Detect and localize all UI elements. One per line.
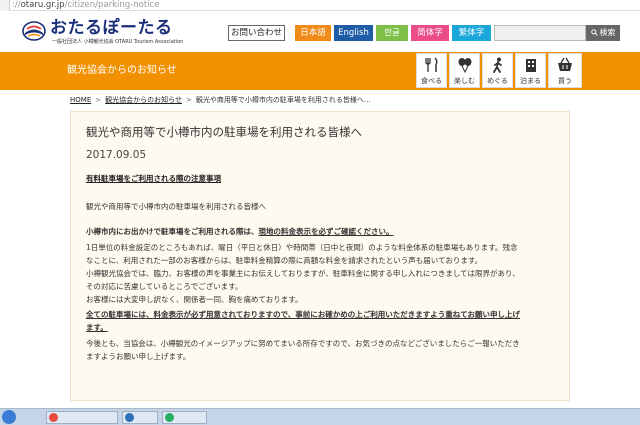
nav-shop-label: 買う: [558, 77, 572, 85]
logo-text[interactable]: おたるぽーたる: [50, 20, 173, 37]
breadcrumb: HOME > 観光協会からのお知らせ > 観光や商用等で小樽市内の駐車場を利用される皆様…: [70, 96, 371, 105]
logo-subtitle: 一般社団法人 小樽観光協会 OTARU Tourism Association: [52, 39, 184, 45]
article-date: 2017.09.05: [86, 149, 147, 161]
article-emphasis: 現地の料金表示を必ずご確認ください。: [258, 227, 394, 236]
article-emphasis-line: 全ての駐車場には、料金表示が必ず用意されておりますので、事前にお確かめの上ご利用…: [86, 310, 521, 319]
breadcrumb-home[interactable]: HOME: [70, 96, 91, 104]
contact-button[interactable]: お問い合わせ: [228, 25, 285, 41]
section-bar: 観光協会からのお知らせ 食べる 楽しむ めぐる 泊まる 買う: [0, 52, 640, 90]
article-line: その対応に苦慮しているところでございます。: [86, 282, 243, 291]
browser-icon: [49, 413, 58, 422]
nav-shop[interactable]: 買う: [548, 53, 582, 88]
lang-ja-button[interactable]: 日本語: [295, 25, 331, 41]
building-icon: [525, 59, 536, 72]
section-title: 観光協会からのお知らせ: [67, 65, 177, 76]
article-emphasis-line: ます。: [86, 323, 108, 332]
article-intro: 観光や商用等で小樽市内の駐車場を利用される皆様へ: [86, 202, 266, 211]
logo-icon[interactable]: [22, 21, 46, 41]
article-panel: 観光や商用等で小樽市内の駐車場を利用される皆様へ 2017.09.05 有料駐車…: [70, 111, 570, 401]
address-url[interactable]: ://otaru.gr.jp/citizen/parking-notice: [12, 0, 159, 11]
article-closing-line: ますようお願い申し上げます。: [86, 352, 191, 361]
taskbar-item[interactable]: [162, 411, 207, 424]
article-line: 1日単位の料金設定のところもあれば、曜日（平日と休日）や時間帯（日中と夜間）のよ…: [86, 243, 518, 252]
nav-stay[interactable]: 泊まる: [515, 53, 546, 88]
article-line: なことに、利用された一部のお客様からは、駐車料金精算の際に高額な料金を請求された…: [86, 256, 483, 265]
lang-zh-traditional-button[interactable]: 繁体字: [452, 25, 491, 41]
article-line: お客様には大変申し訳なく、関係者一同、胸を痛めております。: [86, 295, 303, 304]
lang-ko-button[interactable]: 한글: [376, 25, 408, 41]
breadcrumb-separator: >: [95, 96, 102, 104]
taskbar-item[interactable]: [46, 411, 118, 424]
nav-eat-label: 食べる: [421, 77, 442, 85]
search-button[interactable]: 検索: [586, 25, 620, 41]
article-title: 観光や商用等で小樽市内の駐車場を利用される皆様へ: [86, 125, 362, 139]
taskbar-item[interactable]: [122, 411, 158, 424]
breadcrumb-current: 観光や商用等で小樽市内の駐車場を利用される皆様へ…: [195, 96, 371, 104]
nav-enjoy-label: 楽しむ: [454, 77, 475, 85]
search-button-label: 検索: [599, 28, 616, 37]
fork-knife-icon: [424, 57, 438, 72]
lang-zh-simplified-button[interactable]: 简体字: [411, 25, 449, 41]
app-icon: [125, 413, 134, 422]
start-button[interactable]: [2, 410, 16, 424]
search-icon: [590, 29, 598, 36]
walker-icon: [492, 57, 502, 73]
address-bar[interactable]: ://otaru.gr.jp/citizen/parking-notice: [0, 0, 640, 11]
balloons-icon: [458, 58, 471, 73]
nav-stay-label: 泊まる: [520, 77, 541, 85]
breadcrumb-separator: >: [186, 96, 192, 104]
nav-eat[interactable]: 食べる: [416, 53, 447, 88]
app-icon: [165, 413, 174, 422]
lang-en-button[interactable]: English: [334, 25, 373, 41]
search-input[interactable]: [494, 25, 586, 41]
article-closing-line: 今後とも、当協会は、小樽観光のイメージアップに努めてまいる所存ですので、お気づき…: [86, 339, 520, 348]
globe-icon: [0, 0, 10, 11]
category-nav: 食べる 楽しむ めぐる 泊まる 買う: [416, 53, 582, 88]
nav-tour[interactable]: めぐる: [482, 53, 513, 88]
article-paragraph-lead: 小樽市内にお出かけで駐車場をご利用される際は、現地の料金表示を必ずご確認ください…: [86, 227, 394, 236]
article-subheading: 有料駐車場をご利用される際の注意事項: [86, 174, 221, 183]
site-header: おたるぽーたる 一般社団法人 小樽観光協会 OTARU Tourism Asso…: [0, 11, 640, 52]
breadcrumb-parent[interactable]: 観光協会からのお知らせ: [105, 96, 182, 104]
article-line: 小樽観光協会では、臨力、お客様の声を事業主にお伝えしておりますが、駐車料金に関す…: [86, 269, 520, 278]
taskbar: [0, 408, 640, 425]
basket-icon: [558, 57, 572, 71]
nav-enjoy[interactable]: 楽しむ: [449, 53, 480, 88]
nav-tour-label: めぐる: [487, 77, 508, 85]
